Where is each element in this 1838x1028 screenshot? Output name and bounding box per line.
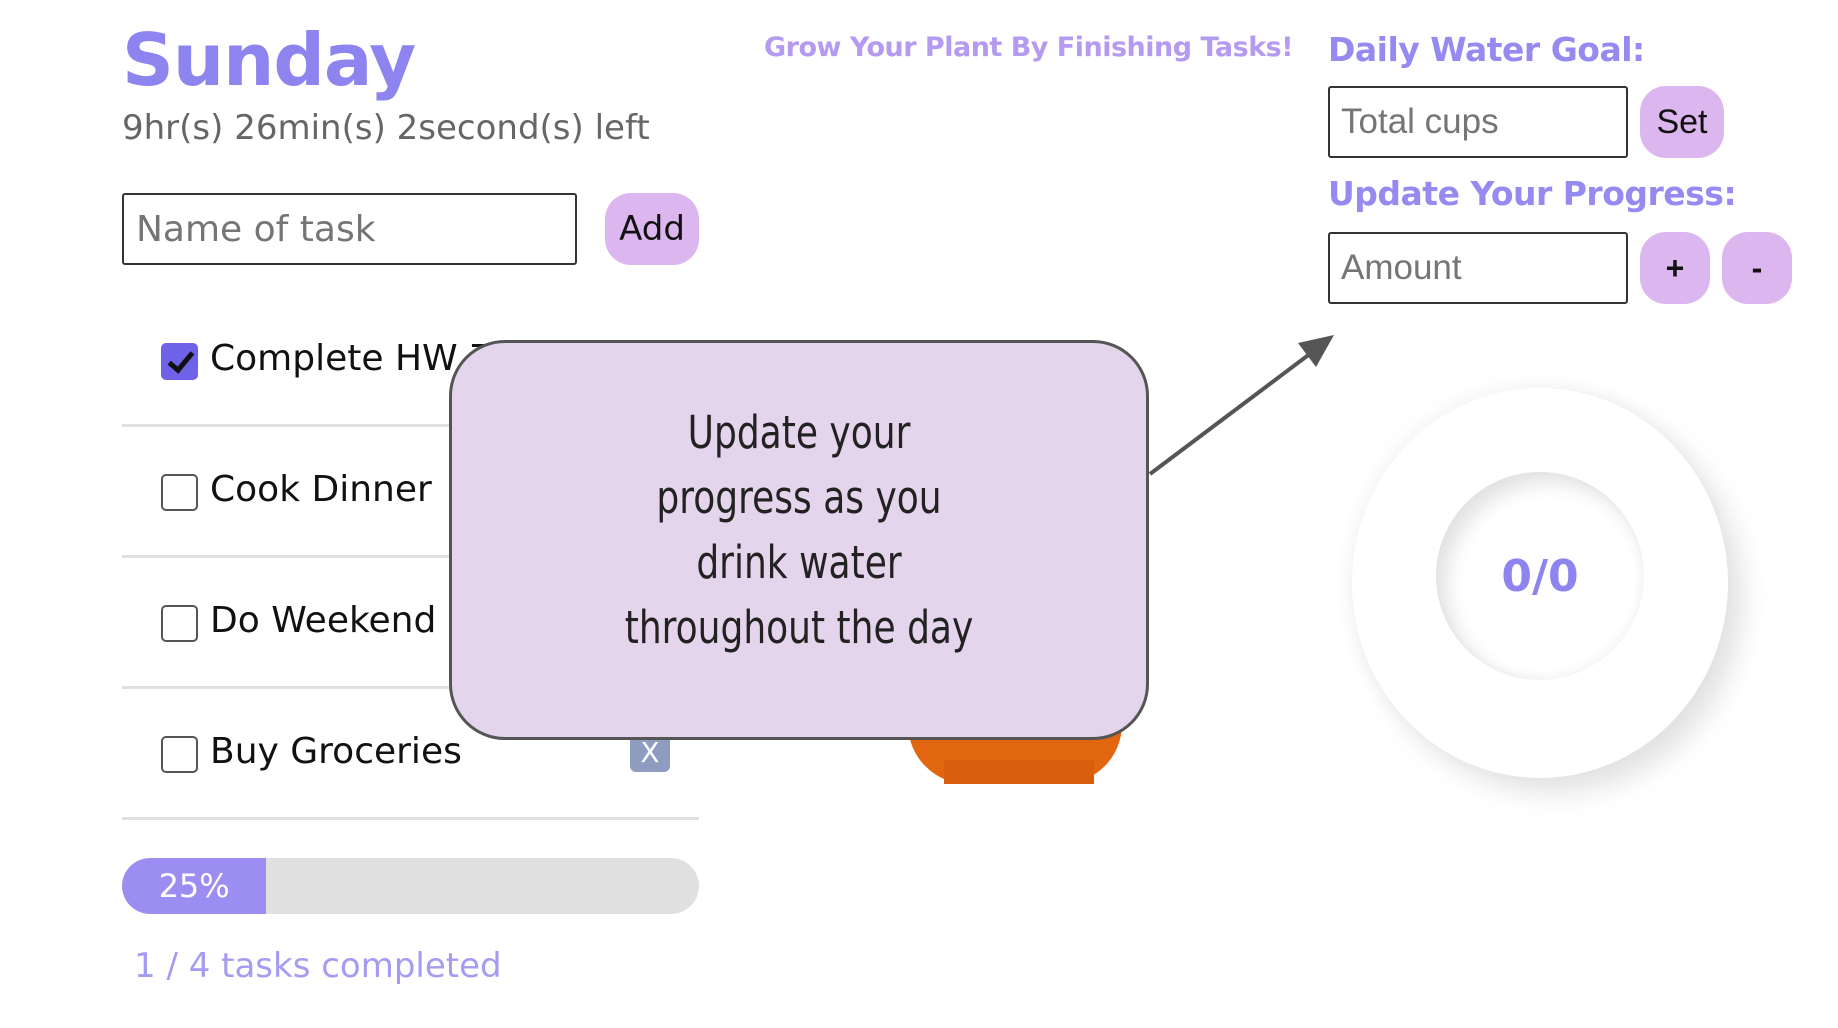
amount-input[interactable] [1328, 232, 1628, 304]
task-checkbox[interactable] [161, 474, 198, 511]
day-title: Sunday [122, 18, 416, 102]
set-goal-button[interactable]: Set [1640, 86, 1724, 158]
increment-button[interactable]: + [1640, 232, 1710, 304]
task-label: Do Weekend L [210, 600, 468, 641]
tasks-completed-count: 1 / 4 tasks completed [134, 946, 502, 986]
water-goal-label: Daily Water Goal: [1328, 30, 1645, 69]
plant-message: Grow Your Plant By Finishing Tasks! [764, 32, 1294, 63]
task-progress-bar: 25% [122, 858, 699, 914]
task-name-input[interactable] [122, 193, 577, 265]
progress-fill: 25% [122, 858, 267, 914]
plant-pot-base [944, 760, 1094, 784]
callout-text: Update your progress as you drink water … [624, 405, 974, 655]
task-label: Cook Dinner [210, 469, 432, 510]
water-count: 0/0 [1501, 550, 1579, 602]
task-checkbox[interactable] [161, 343, 198, 380]
progress-percent: 25% [158, 867, 230, 905]
decrement-button[interactable]: - [1722, 232, 1792, 304]
total-cups-input[interactable] [1328, 86, 1628, 158]
water-progress-center: 0/0 [1436, 472, 1644, 680]
add-task-button[interactable]: Add [605, 193, 699, 265]
task-checkbox[interactable] [161, 736, 198, 773]
update-progress-label: Update Your Progress: [1328, 174, 1737, 213]
task-label: Buy Groceries [210, 731, 462, 772]
tutorial-callout: Update your progress as you drink water … [449, 340, 1149, 740]
time-remaining: 9hr(s) 26min(s) 2second(s) left [122, 108, 650, 148]
task-label: Complete HW 7 [210, 338, 492, 379]
task-checkbox[interactable] [161, 605, 198, 642]
